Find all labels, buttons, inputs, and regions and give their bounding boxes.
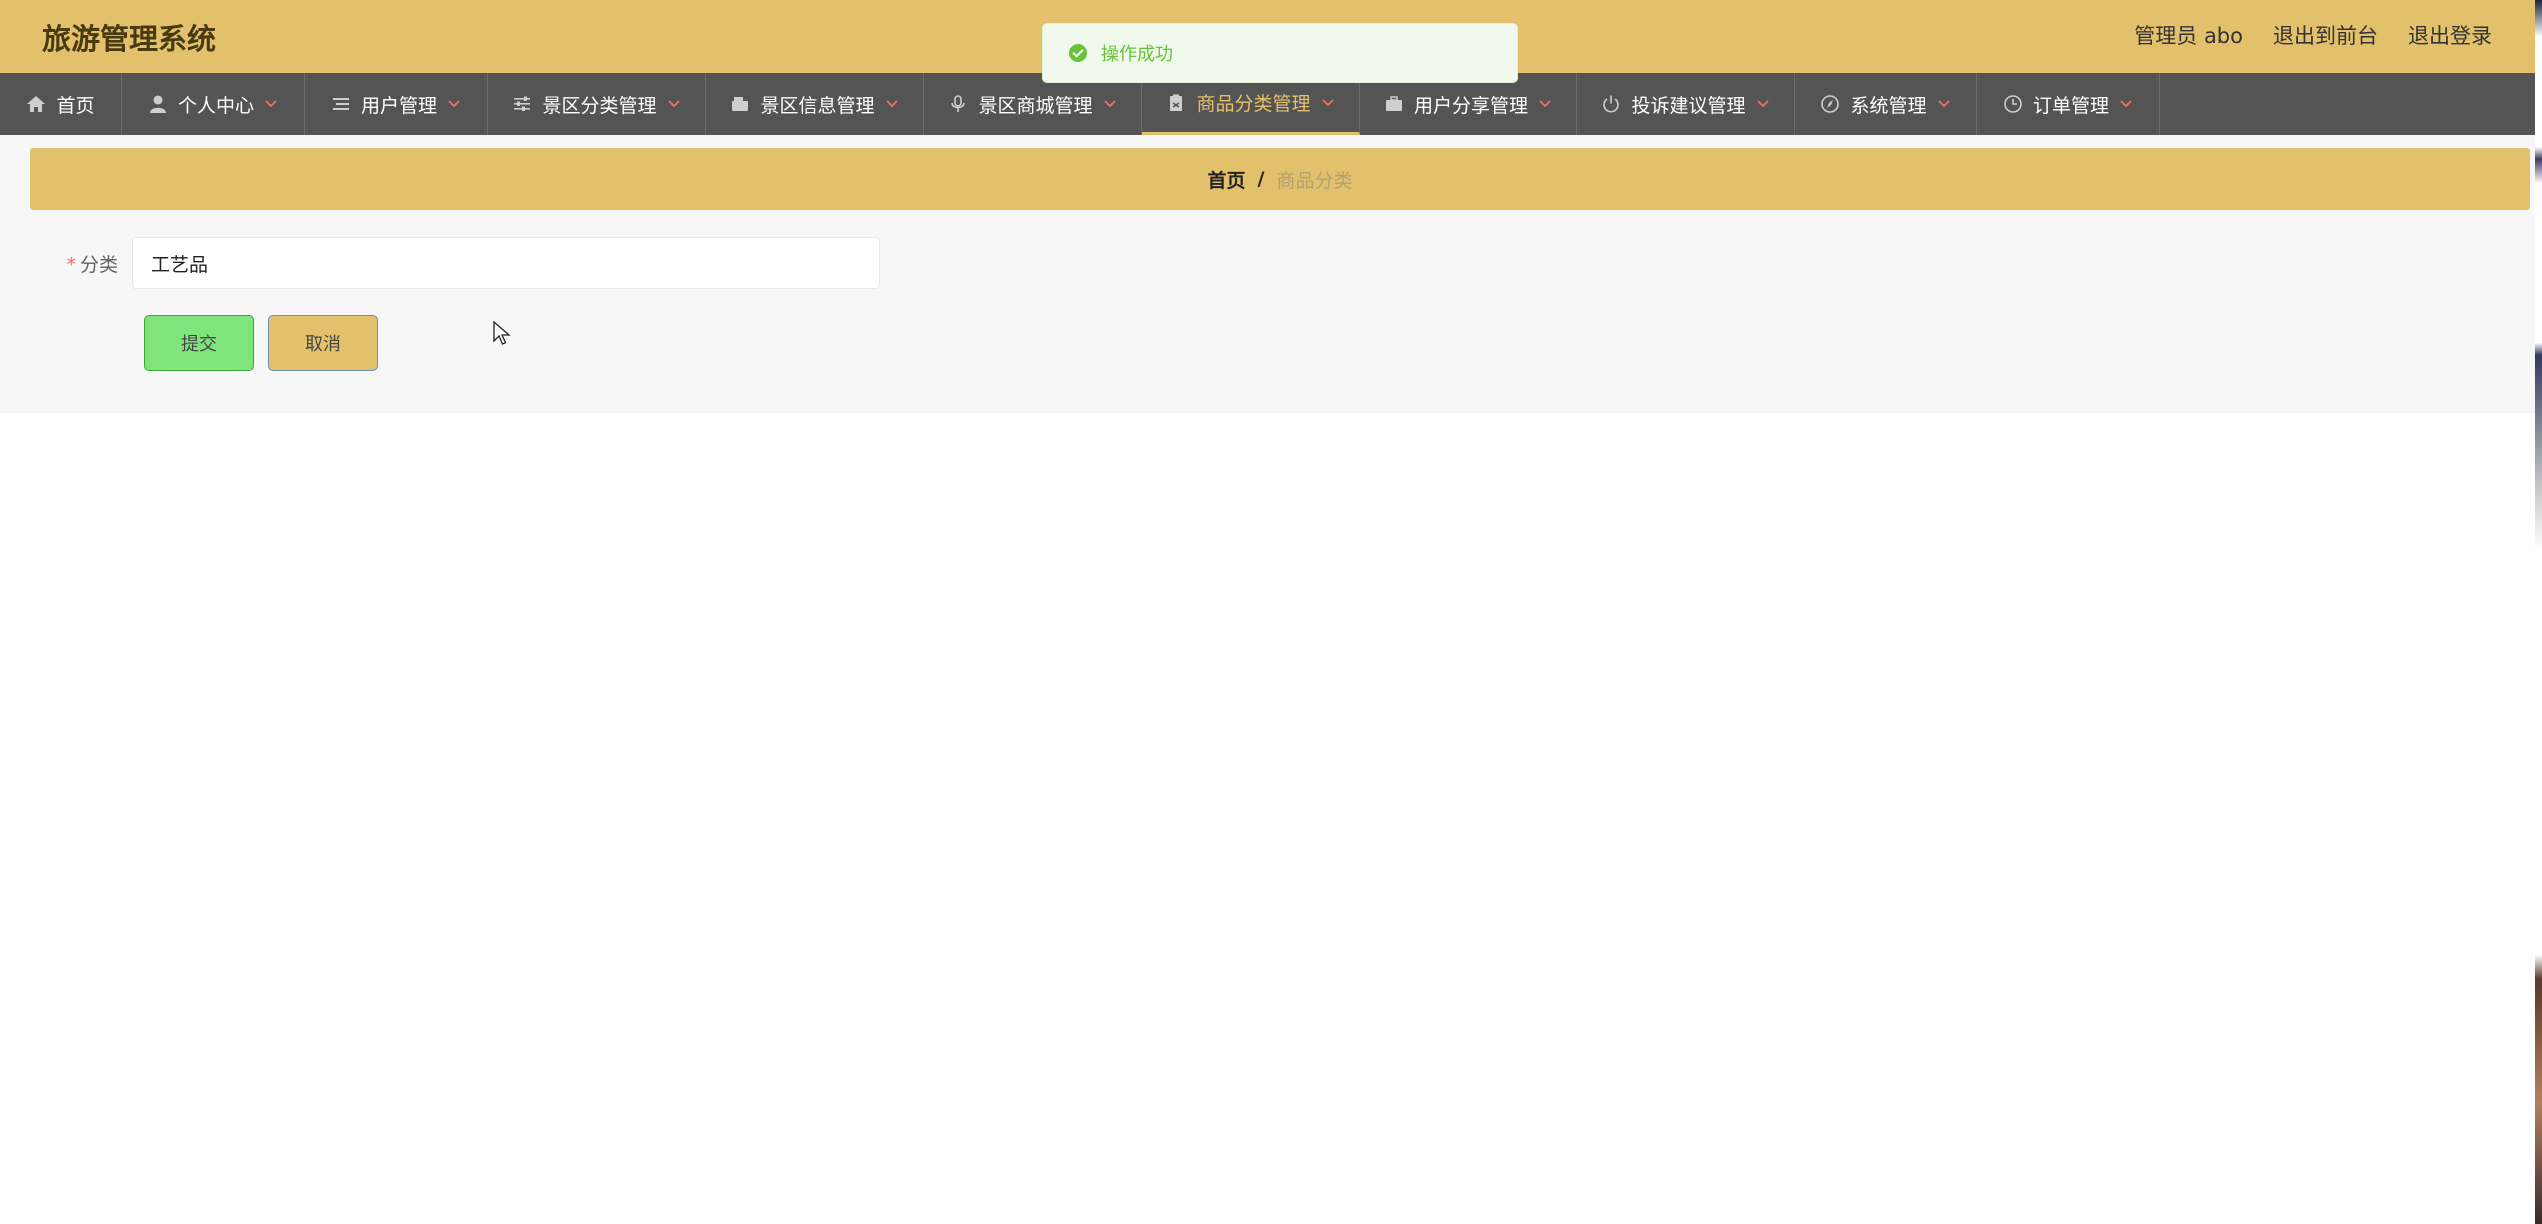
nav-label: 系统管理 [1850, 94, 1927, 117]
header-actions: 管理员 abo 退出到前台 退出登录 [2134, 20, 2492, 50]
nav-item-system[interactable]: 系统管理 [1795, 73, 1977, 135]
main-content: 首页 / 商品分类 * 分类 工艺品 [0, 135, 2535, 413]
breadcrumb: 首页 / 商品分类 [30, 148, 2530, 210]
clock-icon [2003, 94, 2023, 114]
mouse-cursor-icon [493, 321, 511, 345]
category-input-value: 工艺品 [151, 253, 209, 276]
nav-label: 景区分类管理 [542, 94, 657, 117]
user-icon [148, 94, 168, 114]
category-form-row: * 分类 工艺品 [30, 237, 880, 289]
chevron-down-icon [1756, 97, 1770, 111]
exit-to-front-link[interactable]: 退出到前台 [2273, 20, 2378, 50]
nav-item-personal-center[interactable]: 个人中心 [122, 73, 305, 135]
chevron-down-icon [447, 97, 461, 111]
cancel-button[interactable]: 取消 [268, 315, 378, 371]
power-icon [1601, 94, 1621, 114]
briefcase-icon [1384, 94, 1404, 114]
success-check-icon [1069, 44, 1087, 62]
nav-item-complaints[interactable]: 投诉建议管理 [1577, 73, 1795, 135]
list-icon [331, 94, 351, 114]
nav-label: 投诉建议管理 [1631, 94, 1746, 117]
nav-label: 订单管理 [2032, 94, 2109, 117]
submit-button[interactable]: 提交 [144, 315, 254, 371]
chevron-down-icon [2119, 97, 2133, 111]
sliders-icon [512, 94, 532, 114]
toast-message: 操作成功 [1101, 44, 1173, 65]
chevron-down-icon [1538, 97, 1552, 111]
app-title: 旅游管理系统 [42, 22, 217, 56]
category-label-text: 分类 [79, 253, 118, 276]
nav-label: 个人中心 [177, 94, 254, 117]
home-icon [26, 94, 46, 114]
breadcrumb-separator: / [1257, 168, 1265, 190]
nav-item-home[interactable]: 首页 [0, 73, 122, 135]
microphone-icon [948, 94, 968, 114]
breadcrumb-home-link[interactable]: 首页 [1208, 166, 1246, 193]
nav-label: 商品分类管理 [1196, 93, 1311, 115]
nav-label: 景区商城管理 [978, 94, 1093, 117]
success-toast: 操作成功 [1042, 23, 1518, 83]
nav-item-user-management[interactable]: 用户管理 [305, 73, 488, 135]
wallet-icon [730, 94, 750, 114]
required-mark: * [66, 253, 76, 276]
window-edge-strip [2535, 0, 2542, 1224]
nav-item-orders[interactable]: 订单管理 [1977, 73, 2160, 135]
category-input[interactable]: 工艺品 [132, 237, 880, 289]
compass-icon [1820, 94, 1840, 114]
chevron-down-icon [885, 97, 899, 111]
chevron-down-icon [264, 97, 278, 111]
category-label: * 分类 [30, 250, 132, 277]
chevron-down-icon [1103, 97, 1117, 111]
admin-user-label: 管理员 abo [2134, 24, 2243, 48]
nav-item-scenic-category[interactable]: 景区分类管理 [488, 73, 706, 135]
chevron-down-icon [667, 97, 681, 111]
logout-link[interactable]: 退出登录 [2408, 20, 2492, 50]
chevron-down-icon [1937, 97, 1951, 111]
breadcrumb-current: 商品分类 [1276, 169, 1353, 192]
chevron-down-icon [1321, 96, 1335, 110]
nav-label: 景区信息管理 [760, 94, 875, 117]
nav-label: 首页 [56, 94, 95, 117]
nav-label: 用户管理 [360, 94, 437, 117]
nav-item-scenic-info[interactable]: 景区信息管理 [706, 73, 924, 135]
nav-label: 用户分享管理 [1413, 94, 1528, 117]
clipboard-icon [1166, 93, 1186, 113]
